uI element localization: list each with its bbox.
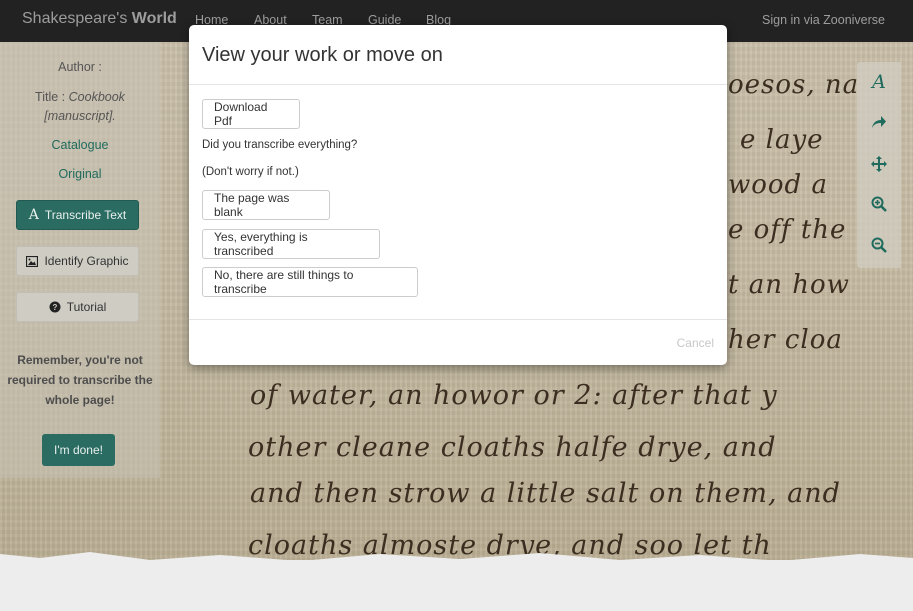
signin-link[interactable]: Sign in via Zooniverse	[762, 13, 885, 27]
catalogue-link[interactable]: Catalogue	[0, 138, 160, 152]
title-label: Title :	[35, 90, 66, 104]
left-sidebar: Author : Title : Cookbook [manuscript]. …	[0, 42, 160, 478]
identify-graphic-label: Identify Graphic	[44, 254, 129, 268]
download-pdf-button[interactable]: Download Pdf	[202, 99, 300, 129]
all-transcribed-button[interactable]: Yes, everything is transcribed	[202, 229, 380, 259]
original-link[interactable]: Original	[0, 167, 160, 181]
svg-text:?: ?	[52, 303, 57, 312]
question-circle-icon: ?	[49, 301, 61, 313]
identify-graphic-button[interactable]: Identify Graphic	[16, 246, 139, 276]
brand-logo[interactable]: Shakespeare's World	[22, 10, 177, 28]
tutorial-label: Tutorial	[66, 300, 107, 314]
reassurance-note: (Don't worry if not.)	[202, 166, 299, 178]
manuscript-line: other cleane cloaths halfe drye, and	[248, 432, 777, 463]
modal-title: View your work or move on	[202, 44, 443, 66]
manuscript-line: wood a	[728, 170, 828, 200]
brand-name-light: Shakespeare's	[22, 10, 128, 27]
transcribe-text-label: Transcribe Text	[44, 208, 127, 222]
manuscript-line: and then strow a little salt on them, an…	[250, 478, 841, 509]
manuscript-line: oesos, na	[728, 70, 860, 100]
more-to-transcribe-button[interactable]: No, there are still things to transcribe	[202, 267, 418, 297]
modal-header: View your work or move on	[189, 25, 727, 85]
reminder-note: Remember, you're not required to transcr…	[7, 353, 153, 407]
manuscript-line: of water, an howor or 2: after that y	[250, 380, 778, 411]
transcribe-text-button[interactable]: A Transcribe Text	[16, 200, 139, 230]
zoom-in-icon[interactable]	[857, 184, 901, 224]
torn-paper-edge	[0, 552, 913, 566]
done-button[interactable]: I'm done!	[42, 434, 115, 466]
brand-name-bold: World	[131, 10, 177, 27]
picture-icon	[26, 255, 39, 267]
manuscript-line: e laye	[740, 125, 824, 155]
transcribe-question: Did you transcribe everything?	[202, 139, 358, 151]
title-info: Title : Cookbook [manuscript].	[0, 88, 160, 126]
tutorial-button[interactable]: ? Tutorial	[16, 292, 139, 322]
zoom-out-icon[interactable]	[857, 225, 901, 265]
finish-modal: View your work or move on Download Pdf D…	[189, 25, 727, 365]
page-blank-button[interactable]: The page was blank	[202, 190, 330, 220]
manuscript-line: her cloa	[728, 325, 843, 355]
font-a-icon: A	[28, 207, 39, 223]
share-arrow-icon[interactable]	[857, 102, 901, 142]
move-icon[interactable]	[857, 144, 901, 184]
manuscript-line: t an how	[728, 270, 850, 300]
manuscript-line: e off the	[728, 215, 847, 245]
italic-a-icon[interactable]: A	[857, 62, 901, 102]
modal-footer: Cancel	[189, 319, 727, 365]
author-label: Author :	[58, 60, 102, 74]
page-bottom-area	[0, 552, 913, 611]
viewer-toolbar: A	[857, 62, 901, 268]
cancel-button[interactable]: Cancel	[677, 336, 714, 350]
